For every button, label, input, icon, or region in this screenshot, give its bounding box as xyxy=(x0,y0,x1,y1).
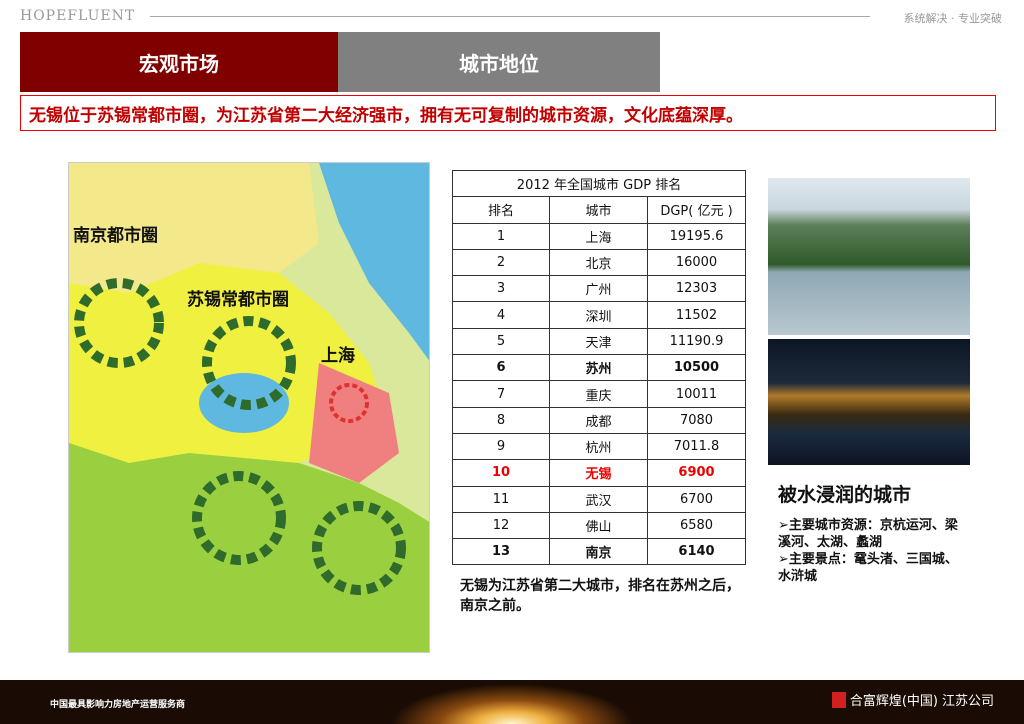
gdp-cell: 10011 xyxy=(647,380,746,408)
header-gdp: DGP( 亿元 ) xyxy=(647,196,746,224)
gdp-cell: 16000 xyxy=(647,248,746,277)
city-cell: 深圳 xyxy=(549,301,648,329)
side-subtitle: 被水浸润的城市 xyxy=(778,484,912,506)
rank-cell: 13 xyxy=(452,538,550,566)
table-caption: 无锡为江苏省第二大城市，排名在苏州之后，南京之前。 xyxy=(460,578,740,614)
region-map: 南京都市圈 苏锡常都市圈 上海 xyxy=(68,162,430,653)
rank-cell: 3 xyxy=(452,275,550,303)
rank-cell: 10 xyxy=(452,459,550,487)
table-row: 4 深圳 11502 xyxy=(452,301,746,329)
table-row: 8 成都 7080 xyxy=(452,406,746,434)
table-row: 5 天津 11190.9 xyxy=(452,327,746,356)
city-cell: 广州 xyxy=(549,275,648,303)
map-label-shanghai: 上海 xyxy=(321,346,355,366)
bullet-item: ➢主要城市资源：京杭运河、梁溪河、太湖、蠡湖 xyxy=(778,518,958,550)
water-town-night-photo xyxy=(768,339,970,465)
city-cell: 无锡 xyxy=(549,459,648,487)
gdp-cell: 6700 xyxy=(647,485,746,513)
table-row: 13 南京 6140 xyxy=(452,538,746,566)
city-cell: 杭州 xyxy=(549,432,648,461)
table-row: 6 苏州 10500 xyxy=(452,354,746,382)
tab-city-status[interactable]: 城市地位 xyxy=(338,32,660,92)
table-row: 7 重庆 10011 xyxy=(452,380,746,408)
table-row: 10 无锡 6900 xyxy=(452,459,746,487)
table-row: 2 北京 16000 xyxy=(452,248,746,277)
rank-cell: 6 xyxy=(452,354,550,382)
city-cell: 天津 xyxy=(549,327,648,356)
rank-cell: 2 xyxy=(452,248,550,277)
gdp-cell: 12303 xyxy=(647,275,746,303)
bullet-item: ➢主要景点：鼋头渚、三国城、水浒城 xyxy=(778,552,958,584)
rank-cell: 12 xyxy=(452,511,550,540)
table-title: 2012 年全国城市 GDP 排名 xyxy=(452,169,746,198)
gdp-ranking-table: 2012 年全国城市 GDP 排名 排名 城市 DGP( 亿元 ) 1 上海 191… xyxy=(452,169,746,566)
header-rank: 排名 xyxy=(452,196,550,224)
city-cell: 重庆 xyxy=(549,380,648,408)
gdp-cell: 11502 xyxy=(647,301,746,329)
city-cell: 南京 xyxy=(549,538,648,566)
rank-cell: 8 xyxy=(452,406,550,434)
header-city: 城市 xyxy=(549,196,648,224)
footer-logo: 合富辉煌(中国) 江苏公司 xyxy=(831,690,994,709)
rank-cell: 4 xyxy=(452,301,550,329)
city-cell: 佛山 xyxy=(549,511,648,540)
gdp-cell: 10500 xyxy=(647,354,746,382)
gdp-cell: 11190.9 xyxy=(647,327,746,356)
city-cell: 苏州 xyxy=(549,354,648,382)
rank-cell: 5 xyxy=(452,327,550,356)
map-label-suxichang: 苏锡常都市圈 xyxy=(187,290,289,310)
city-cell: 上海 xyxy=(549,222,648,250)
header-divider xyxy=(150,16,870,17)
gdp-cell: 7080 xyxy=(647,406,746,434)
gdp-cell: 7011.8 xyxy=(647,432,746,461)
gdp-cell: 6140 xyxy=(647,538,746,566)
rank-cell: 1 xyxy=(452,222,550,250)
city-cell: 武汉 xyxy=(549,485,648,513)
table-row: 11 武汉 6700 xyxy=(452,485,746,513)
rank-cell: 11 xyxy=(452,485,550,513)
table-row: 3 广州 12303 xyxy=(452,275,746,303)
gdp-cell: 19195.6 xyxy=(647,222,746,250)
company-logo-icon xyxy=(831,691,846,708)
header-slogan: 系统解决 · 专业突破 xyxy=(903,12,1003,25)
gdp-cell: 6580 xyxy=(647,511,746,540)
tab-macro-market[interactable]: 宏观市场 xyxy=(20,32,338,92)
table-row: 1 上海 19195.6 xyxy=(452,222,746,250)
footer-tagline: 中国最具影响力房地产运营服务商 xyxy=(50,700,186,710)
rank-cell: 9 xyxy=(452,432,550,461)
city-cell: 北京 xyxy=(549,248,648,277)
rank-cell: 7 xyxy=(452,380,550,408)
table-row: 9 杭州 7011.8 xyxy=(452,432,746,461)
arrow-bullet-icon: ➢ xyxy=(778,518,789,533)
side-bullets: ➢主要城市资源：京杭运河、梁溪河、太湖、蠡湖 ➢主要景点：鼋头渚、三国城、水浒城 xyxy=(778,517,968,585)
map-label-nanjing: 南京都市圈 xyxy=(73,226,158,246)
city-cell: 成都 xyxy=(549,406,648,434)
arrow-bullet-icon: ➢ xyxy=(778,552,789,567)
headline-banner: 无锡位于苏锡常都市圈，为江苏省第二大经济强市，拥有无可复制的城市资源，文化底蕴深… xyxy=(20,95,996,131)
gdp-cell: 6900 xyxy=(647,459,746,487)
lake-photo xyxy=(768,178,970,335)
brand-logo: HOPEFLUENT xyxy=(20,8,136,24)
table-row: 12 佛山 6580 xyxy=(452,511,746,540)
